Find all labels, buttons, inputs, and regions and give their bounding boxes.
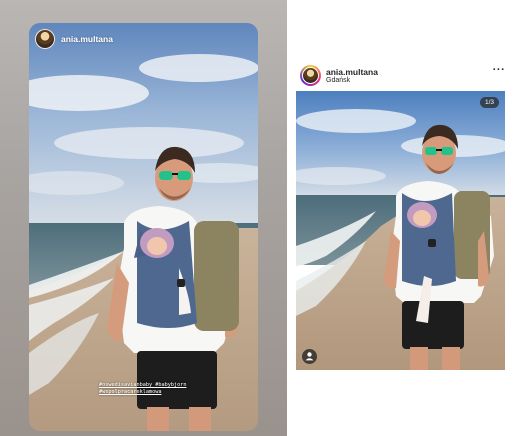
story-header: ania.multana xyxy=(35,29,113,49)
person-icon xyxy=(305,352,314,361)
story-username[interactable]: ania.multana xyxy=(61,34,113,44)
story-avatar[interactable] xyxy=(35,29,55,49)
tagged-people-button[interactable] xyxy=(302,349,317,364)
more-options-icon: ··· xyxy=(492,64,506,76)
avatar-image xyxy=(302,67,319,84)
story-hashtag-line[interactable]: #oswedisavianbaby #babybjorn xyxy=(99,382,186,389)
post-location[interactable]: Gdańsk xyxy=(326,77,350,84)
screen: ania.multana #oswedisavianbaby #babybjor… xyxy=(0,0,520,436)
post-avatar[interactable] xyxy=(300,65,321,86)
story-card[interactable]: ania.multana #oswedisavianbaby #babybjor… xyxy=(29,23,258,431)
post-photo[interactable]: 1/3 xyxy=(296,91,505,370)
more-options-button[interactable]: ··· xyxy=(492,64,506,78)
story-hashtags[interactable]: #oswedisavianbaby #babybjorn #wspolpraca… xyxy=(99,382,186,396)
post-username[interactable]: ania.multana xyxy=(326,67,378,77)
story-photo xyxy=(29,23,258,431)
page-counter: 1/3 xyxy=(479,97,499,108)
post-photo-image xyxy=(296,91,505,370)
story-hashtag-line[interactable]: #wspolpracareklamowa xyxy=(99,389,186,396)
post-header: ania.multana Gdańsk ··· xyxy=(298,62,508,88)
